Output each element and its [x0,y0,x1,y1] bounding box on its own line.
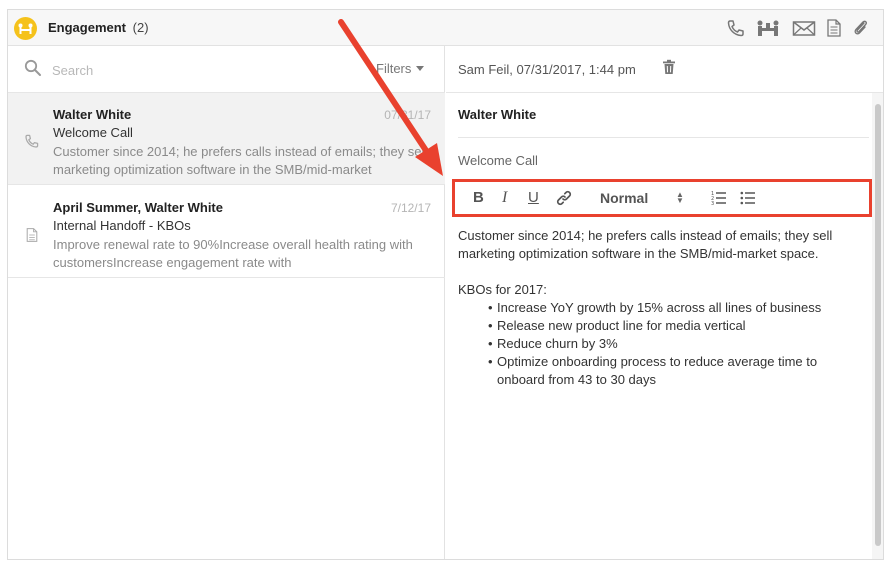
rich-text-toolbar: B I U Normal ▲ ▼ 1 2 3 [452,179,872,217]
engagement-preview: Customer since 2014; he prefers calls in… [53,144,428,177]
divider [458,137,869,138]
engagement-participants: Walter White [53,107,132,122]
list-item: Increase YoY growth by 15% across all li… [488,299,858,317]
recipient-name: Walter White [458,107,537,122]
search-icon [24,59,42,82]
scrollbar-thumb[interactable] [875,104,881,546]
engagement-date: 7/12/17 [390,201,431,215]
log-call-phone-icon[interactable] [726,19,746,37]
text-format-select[interactable]: Normal ▲ ▼ [600,190,690,208]
svg-text:3: 3 [711,201,714,206]
kbo-heading: KBOs for 2017: [458,282,547,297]
engagement-subject: Internal Handoff - KBOs [53,218,191,233]
engagement-detail-pane: Sam Feil, 07/31/2017, 1:44 pm Walter Whi… [446,46,883,559]
search-bar: Filters [8,46,445,93]
text-format-value: Normal [600,190,649,206]
author-timestamp: Sam Feil, 07/31/2017, 1:44 pm [458,62,636,77]
engagement-preview: Improve renewal rate to 90%Increase over… [53,237,413,270]
panel-title: Engagement [48,20,127,35]
email-envelope-icon[interactable] [792,19,816,37]
engagement-list-item[interactable]: April Summer, Walter White 7/12/17 Inter… [8,186,445,278]
chevron-down-icon [416,66,425,71]
engagement-date: 07/31/17 [384,108,431,122]
body-intro-text: Customer since 2014; he prefers calls in… [458,228,833,261]
panel-header: Engagement (2) [8,10,883,46]
phone-icon [24,133,40,154]
bullet-list-icon[interactable] [740,190,756,208]
bold-button[interactable]: B [473,189,484,207]
link-icon[interactable] [556,190,572,208]
list-item: Release new product line for media verti… [488,317,858,335]
note-body-editor[interactable]: Customer since 2014; he prefers calls in… [458,227,858,389]
search-input[interactable] [52,60,312,80]
engagement-count: (2) [132,20,149,35]
filters-label: Filters [376,61,412,76]
note-document-icon[interactable] [824,19,844,37]
engagement-list-pane: Filters Walter White 07/31/17 Welcome Ca… [8,46,445,559]
panel-title-group: Engagement (2) [48,20,149,35]
attachment-paperclip-icon[interactable] [851,19,871,37]
engagement-participants: April Summer, Walter White [53,200,223,215]
underline-button[interactable]: U [528,189,539,207]
list-item: Optimize onboarding process to reduce av… [488,353,858,389]
engagement-panel: Engagement (2) Search Filters Walter Whi… [7,9,884,560]
updown-chevron-icon: ▲ ▼ [676,190,684,205]
detail-subject: Welcome Call [458,153,538,168]
log-meeting-people-icon[interactable] [755,19,781,37]
ordered-list-icon[interactable]: 1 2 3 [711,190,727,208]
italic-button[interactable]: I [502,189,507,207]
document-icon [24,226,40,249]
app-logo-icon [14,17,37,40]
engagement-subject: Welcome Call [53,125,133,140]
filters-dropdown[interactable]: Filters [376,61,425,76]
detail-meta-bar: Sam Feil, 07/31/2017, 1:44 pm [446,46,883,93]
trash-icon[interactable] [662,59,676,80]
list-item: Reduce churn by 3% [488,335,858,353]
engagement-list-item[interactable]: Walter White 07/31/17 Welcome Call Custo… [8,93,445,185]
kbo-list: Increase YoY growth by 15% across all li… [458,299,858,389]
